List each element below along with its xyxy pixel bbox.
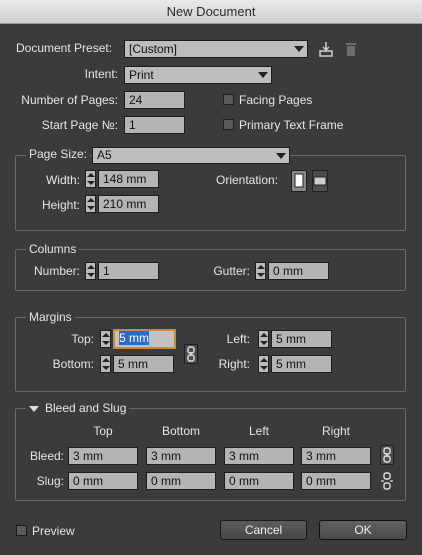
preset-dropdown[interactable]: [Custom] bbox=[124, 40, 308, 58]
height-input[interactable]: 210 mm bbox=[98, 195, 159, 213]
margin-top-label: Top: bbox=[71, 332, 94, 346]
column-number-input[interactable]: 1 bbox=[98, 262, 159, 280]
margin-bottom-label: Bottom: bbox=[52, 357, 94, 371]
margin-right-input[interactable]: 5 mm bbox=[271, 355, 332, 373]
margin-top-stepper[interactable] bbox=[100, 330, 111, 348]
margins-group bbox=[15, 317, 406, 392]
margin-left-stepper[interactable] bbox=[258, 330, 269, 348]
margin-left-input[interactable]: 5 mm bbox=[271, 330, 332, 348]
margin-left-label: Left: bbox=[226, 332, 250, 346]
margin-right-stepper[interactable] bbox=[258, 355, 269, 373]
height-label: Height: bbox=[41, 198, 80, 212]
primary-text-frame-label: Primary Text Frame bbox=[239, 118, 344, 132]
bleed-left-input[interactable]: 3 mm bbox=[224, 447, 294, 465]
column-number-label: Number: bbox=[33, 264, 80, 278]
margin-right-label: Right: bbox=[218, 357, 250, 371]
width-input[interactable]: 148 mm bbox=[98, 170, 159, 188]
preview-label: Preview bbox=[32, 524, 75, 538]
slug-right-input[interactable]: 0 mm bbox=[301, 472, 371, 490]
disclosure-triangle-icon bbox=[29, 405, 39, 412]
cancel-button[interactable]: Cancel bbox=[220, 520, 307, 540]
bleed-col-right: Right bbox=[321, 424, 350, 438]
orientation-label: Orientation: bbox=[216, 173, 279, 187]
page-size-value: A5 bbox=[97, 148, 112, 162]
chain-link-icon[interactable] bbox=[184, 344, 198, 364]
trash-icon[interactable] bbox=[344, 40, 358, 58]
primary-text-frame-checkbox[interactable] bbox=[223, 119, 234, 130]
width-label: Width: bbox=[45, 173, 80, 187]
bleed-link-icon[interactable] bbox=[380, 445, 394, 465]
height-stepper[interactable] bbox=[85, 195, 96, 213]
slug-bottom-input[interactable]: 0 mm bbox=[146, 472, 216, 490]
facing-pages-checkbox[interactable] bbox=[223, 94, 234, 105]
margin-top-value: 5 mm bbox=[119, 331, 149, 345]
broken-link-icon[interactable] bbox=[380, 471, 394, 491]
slug-left-input[interactable]: 0 mm bbox=[224, 472, 294, 490]
margin-top-input[interactable]: 5 mm bbox=[113, 329, 176, 349]
margin-bottom-input[interactable]: 5 mm bbox=[113, 355, 174, 373]
pages-input[interactable]: 24 bbox=[124, 91, 185, 109]
window-title: New Document bbox=[0, 0, 422, 24]
margin-bottom-stepper[interactable] bbox=[100, 355, 111, 373]
slug-top-input[interactable]: 0 mm bbox=[68, 472, 138, 490]
landscape-orientation-icon[interactable] bbox=[312, 170, 328, 192]
intent-dropdown[interactable]: Print bbox=[124, 66, 272, 84]
preset-value: [Custom] bbox=[129, 42, 178, 56]
preset-label: Document Preset: bbox=[16, 41, 113, 55]
chevron-down-icon bbox=[258, 72, 268, 78]
bleed-bottom-input[interactable]: 3 mm bbox=[146, 447, 216, 465]
save-preset-icon[interactable] bbox=[318, 40, 334, 58]
preview-checkbox[interactable] bbox=[16, 525, 27, 536]
chevron-down-icon bbox=[276, 153, 286, 159]
facing-pages-label: Facing Pages bbox=[239, 93, 313, 107]
gutter-input[interactable]: 0 mm bbox=[268, 262, 329, 280]
width-stepper[interactable] bbox=[85, 170, 96, 188]
bleed-slug-title: Bleed and Slug bbox=[45, 401, 127, 415]
bleed-col-top: Top bbox=[93, 424, 113, 438]
bleed-col-left: Left bbox=[248, 424, 269, 438]
bleed-slug-header[interactable]: Bleed and Slug bbox=[26, 401, 130, 415]
page-size-dropdown[interactable]: A5 bbox=[92, 147, 290, 164]
start-page-input[interactable]: 1 bbox=[124, 116, 185, 134]
start-page-label: Start Page №: bbox=[41, 118, 118, 132]
intent-label: Intent: bbox=[84, 67, 118, 81]
page-size-group bbox=[15, 155, 406, 231]
chevron-down-icon bbox=[294, 46, 304, 52]
bleed-label: Bleed: bbox=[29, 449, 64, 463]
bleed-col-bottom: Bottom bbox=[161, 424, 200, 438]
bleed-top-input[interactable]: 3 mm bbox=[68, 447, 138, 465]
column-number-stepper[interactable] bbox=[85, 262, 96, 280]
bleed-right-input[interactable]: 3 mm bbox=[301, 447, 371, 465]
pages-label: Number of Pages: bbox=[21, 93, 118, 107]
slug-label: Slug: bbox=[36, 474, 64, 488]
page-size-label: Page Size: bbox=[26, 147, 91, 161]
margins-title: Margins bbox=[26, 310, 75, 324]
intent-value: Print bbox=[129, 68, 154, 82]
portrait-orientation-icon[interactable] bbox=[291, 170, 307, 192]
columns-title: Columns bbox=[26, 242, 80, 256]
gutter-label: Gutter: bbox=[213, 264, 250, 278]
ok-button[interactable]: OK bbox=[319, 520, 407, 540]
gutter-stepper[interactable] bbox=[255, 262, 266, 280]
